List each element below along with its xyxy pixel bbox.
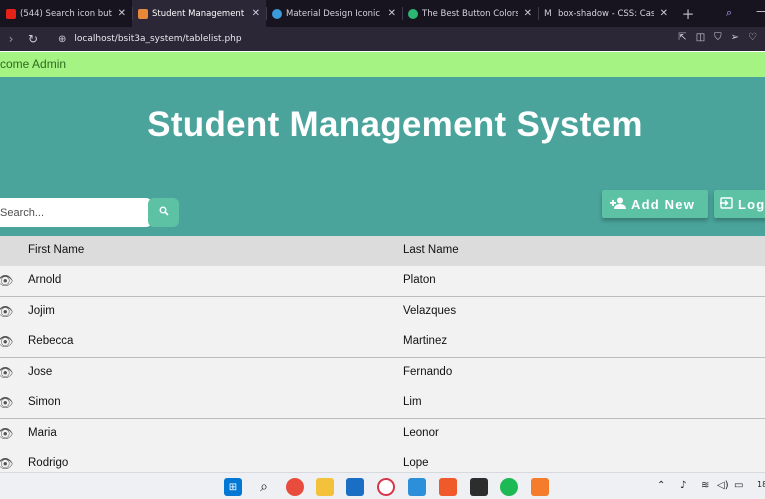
cell-last-name: Fernando [403,366,453,378]
column-header-first-name: First Name [28,244,85,256]
wifi-icon[interactable]: ≋ [701,480,709,491]
cell-first-name: Maria [28,427,57,439]
reload-icon[interactable]: ↻ [22,32,44,46]
minimize-icon[interactable]: — [756,4,765,18]
vscode-icon[interactable] [408,478,426,496]
close-tab-icon[interactable]: ✕ [252,8,260,19]
table-row: 👁 Maria Leonor [0,419,765,450]
heart-icon[interactable]: ♡ [748,32,757,43]
view-eye-icon[interactable]: 👁 [0,456,14,472]
site-info-icon[interactable]: ⊕ [58,34,66,45]
search-icon[interactable]: ⌕ [255,478,273,496]
microphone-icon[interactable]: ♪ [680,480,686,491]
view-eye-icon[interactable]: 👁 [0,395,14,411]
browser-tab-bar: (544) Search icon button u ✕ Student Man… [0,0,765,27]
xampp-icon[interactable] [531,478,549,496]
new-tab-button[interactable]: + [678,5,698,23]
welcome-banner: come Admin [0,52,765,77]
close-tab-icon[interactable]: ✕ [660,8,668,19]
cell-first-name: Jojim [28,305,55,317]
browser-tab[interactable]: The Best Button Colors for ✕ [402,0,538,27]
windows-start-icon[interactable]: ⊞ [224,478,242,496]
cell-last-name: Martinez [403,335,448,347]
tab-search-icon[interactable]: ⌕ [726,6,732,20]
logout-label: Logo [738,196,765,212]
tray-chevron-icon[interactable]: ⌃ [657,480,665,491]
os-taskbar: ⊞ ⌕ ⌃ ♪ ≋ ◁) ▭ 18 [0,472,765,499]
view-eye-icon[interactable]: 👁 [0,273,14,289]
opera-icon[interactable] [377,478,395,496]
browser-tab[interactable]: (544) Search icon button u ✕ [0,0,132,27]
youtube-icon [6,8,16,19]
view-eye-icon[interactable]: 👁 [0,426,14,442]
table-row: 👁 Arnold Platon [0,266,765,297]
cell-last-name: Platon [403,274,436,286]
address-tools: ⇱ ◫ ⛉ ➢ ♡ [678,32,757,43]
browser-tab-active[interactable]: Student Management Syst ✕ [132,0,266,27]
site-favicon-icon [138,8,148,19]
cell-last-name: Lope [403,457,429,469]
cell-first-name: Rebecca [28,335,74,347]
search-input[interactable] [0,198,152,227]
sticky-notes-icon[interactable] [470,478,488,496]
material-design-icon [272,8,282,19]
address-bar: › ↻ ⊕ localhost/bsit3a_system/tablelist.… [0,27,765,51]
add-user-icon [610,197,626,212]
view-eye-icon[interactable]: 👁 [0,334,14,350]
cell-first-name: Arnold [28,274,62,286]
add-new-button[interactable]: Add New [602,190,708,218]
cell-last-name: Leonor [403,427,439,439]
add-new-label: Add New [631,196,696,212]
button-colors-icon [408,8,418,19]
browser-tab[interactable]: Material Design Iconic For ✕ [266,0,402,27]
battery-icon[interactable]: ▭ [734,480,743,491]
view-eye-icon[interactable]: 👁 [0,304,14,320]
cell-last-name: Lim [403,396,422,408]
search-icon [159,206,169,219]
chrome-icon[interactable] [286,478,304,496]
logout-icon [720,196,733,212]
cell-first-name: Simon [28,396,61,408]
logout-button[interactable]: Logo [714,190,765,218]
close-tab-icon[interactable]: ✕ [524,8,532,19]
store-icon[interactable] [346,478,364,496]
table-row: 👁 Simon Lim [0,388,765,419]
cell-last-name: Velazques [403,305,457,317]
mdn-icon: M [544,8,552,19]
page-title: Student Management System [147,105,643,144]
share-icon[interactable]: ⇱ [678,32,686,43]
file-explorer-icon[interactable] [316,478,334,496]
clock[interactable]: 18 [757,480,765,489]
snapshot-icon[interactable]: ◫ [696,32,705,43]
volume-icon[interactable]: ◁) [717,480,729,491]
table-row: 👁 Jojim Velazques [0,297,765,328]
close-tab-icon[interactable]: ✕ [118,8,126,19]
view-eye-icon[interactable]: 👁 [0,365,14,381]
table-row: 👁 Jose Fernando [0,358,765,389]
browser-tab[interactable]: M box-shadow - CSS: Cascadi ✕ [538,0,674,27]
search-button[interactable] [148,198,179,227]
table-header: First Name Last Name [0,236,765,266]
column-header-last-name: Last Name [403,244,459,256]
url-field[interactable]: localhost/bsit3a_system/tablelist.php [74,34,241,44]
spotify-icon[interactable] [500,478,518,496]
forward-icon[interactable]: › [0,32,22,46]
cell-first-name: Rodrigo [28,457,69,469]
send-icon[interactable]: ➢ [731,32,739,43]
shield-icon[interactable]: ⛉ [714,32,722,43]
close-tab-icon[interactable]: ✕ [388,8,396,19]
brave-icon[interactable] [439,478,457,496]
cell-first-name: Jose [28,366,53,378]
table-row: 👁 Rebecca Martinez [0,327,765,358]
